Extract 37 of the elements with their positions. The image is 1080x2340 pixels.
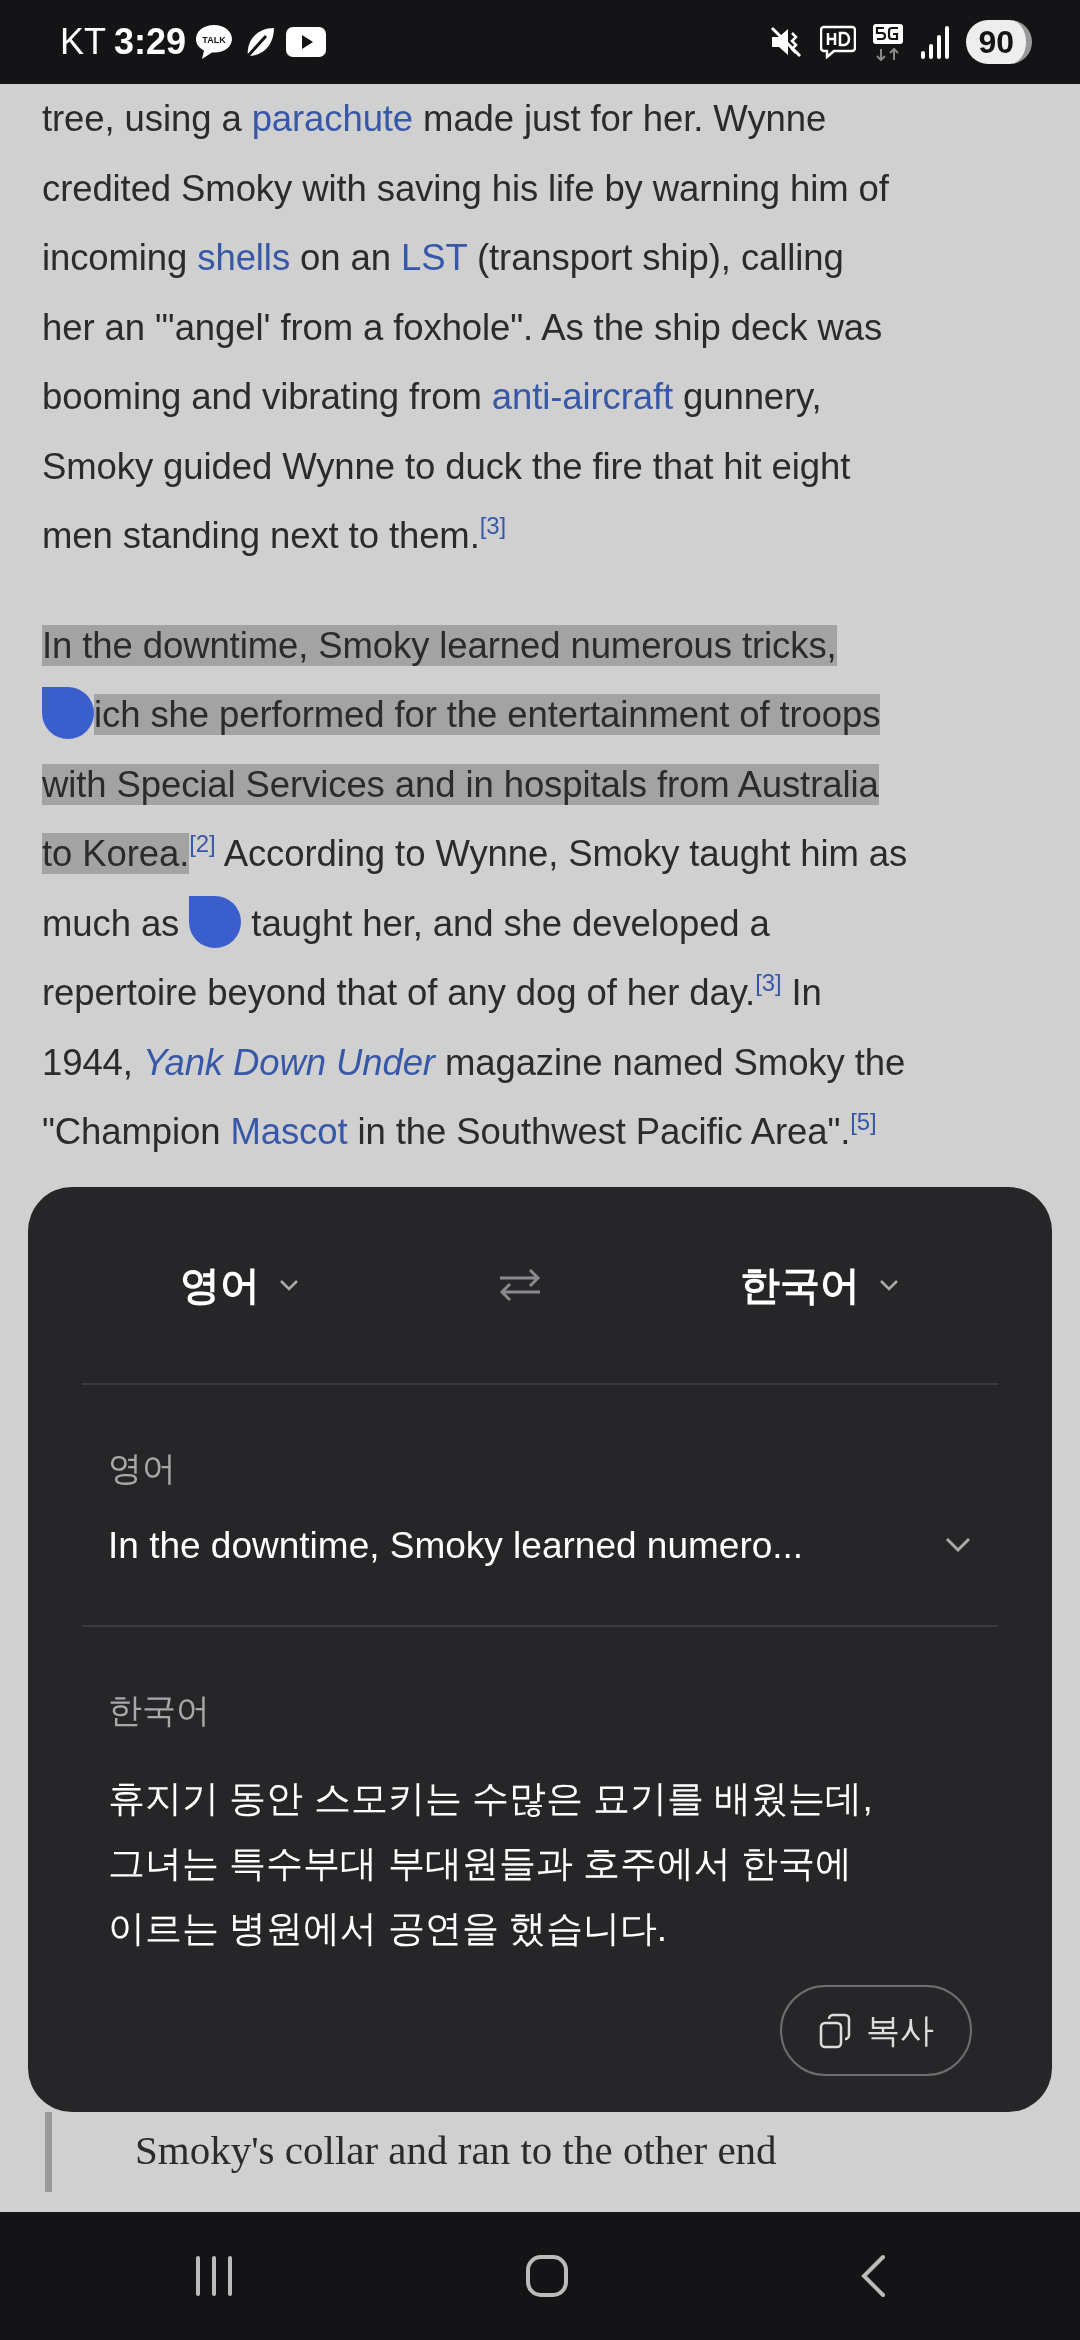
copy-button[interactable]: 복사: [780, 1985, 972, 2076]
quote-text: Smoky's collar and ran to the other end: [135, 2127, 777, 2173]
article-link[interactable]: shells: [197, 237, 291, 278]
carrier-name: KT: [60, 20, 106, 64]
chevron-down-icon: [878, 1277, 900, 1292]
source-language-dropdown[interactable]: 영어: [180, 1254, 300, 1315]
hd-voice-icon: [820, 25, 857, 59]
home-button[interactable]: [525, 2254, 569, 2298]
article-link[interactable]: Yank Down Under: [142, 1041, 435, 1083]
article-link[interactable]: anti-aircraft: [491, 376, 673, 417]
citation-link[interactable]: [3]: [479, 511, 507, 539]
selection-handle[interactable]: [42, 687, 94, 740]
paragraph-text: tree, using a parachute made just for her. Wynne credited Smoky with saving his life by warning him of incoming shells on an LST (transport ship), calling her an "'angel' from a foxhole". As the ship deck was booming and vibrating from anti-aircraft gunnery, Smoky guided Wynne to duck the fire that hit eight men standing next to them.$^{[3]}$: [42, 97, 890, 558]
citation-link[interactable]: [2]: [189, 829, 216, 857]
selection-handle[interactable]: [189, 895, 242, 948]
source-text: In the downtime, Smoky learned numero...: [108, 1523, 804, 1568]
citation-link[interactable]: [3]: [755, 968, 782, 996]
battery-level: 90: [966, 20, 1032, 64]
article-link[interactable]: parachute: [251, 98, 414, 139]
article-link[interactable]: Mascot: [230, 1111, 348, 1152]
citation-link[interactable]: [5]: [850, 1107, 877, 1135]
network-5g-icon: [872, 23, 905, 61]
paragraph-text: In the downtime, Smoky learned numerous tricks, ich she performed for the entertainment of troops with Special Services and in hospitals from Australia to Korea.$^{[2]}$ According to Wynne, Smoky taught him as much as taught her, and she developed a repertoire beyond that of any dog of her day.$^{[3]}$ In 1944, Yank Down Under magazine named Smoky the "Champion Mascot in the Southwest Pacific Area".$^{[5]}$: [42, 623, 909, 1154]
chat-bubble-icon: TALK: [194, 23, 235, 61]
clock-time: 3:29: [114, 20, 187, 64]
chevron-down-icon[interactable]: [944, 1536, 972, 1555]
play-video-icon: [286, 27, 327, 57]
target-language-dropdown[interactable]: 한국어: [740, 1254, 900, 1315]
recent-apps-button[interactable]: [193, 2256, 235, 2296]
copy-icon: [818, 2012, 852, 2049]
chevron-down-icon: [278, 1277, 300, 1292]
target-language-label: 한국어: [108, 1690, 211, 1731]
source-language-label: 영어: [108, 1447, 177, 1489]
signal-icon: [920, 25, 951, 59]
back-button[interactable]: [859, 2254, 887, 2298]
translated-text: 휴지기 동안 스모키는 수많은 묘기를 배웠는데, 그녀는 특수부대 부대원들과 호주에서 한국에 이르는 병원에서 공연을 했습니다.: [108, 1777, 874, 1951]
article-link[interactable]: LST: [400, 237, 467, 278]
